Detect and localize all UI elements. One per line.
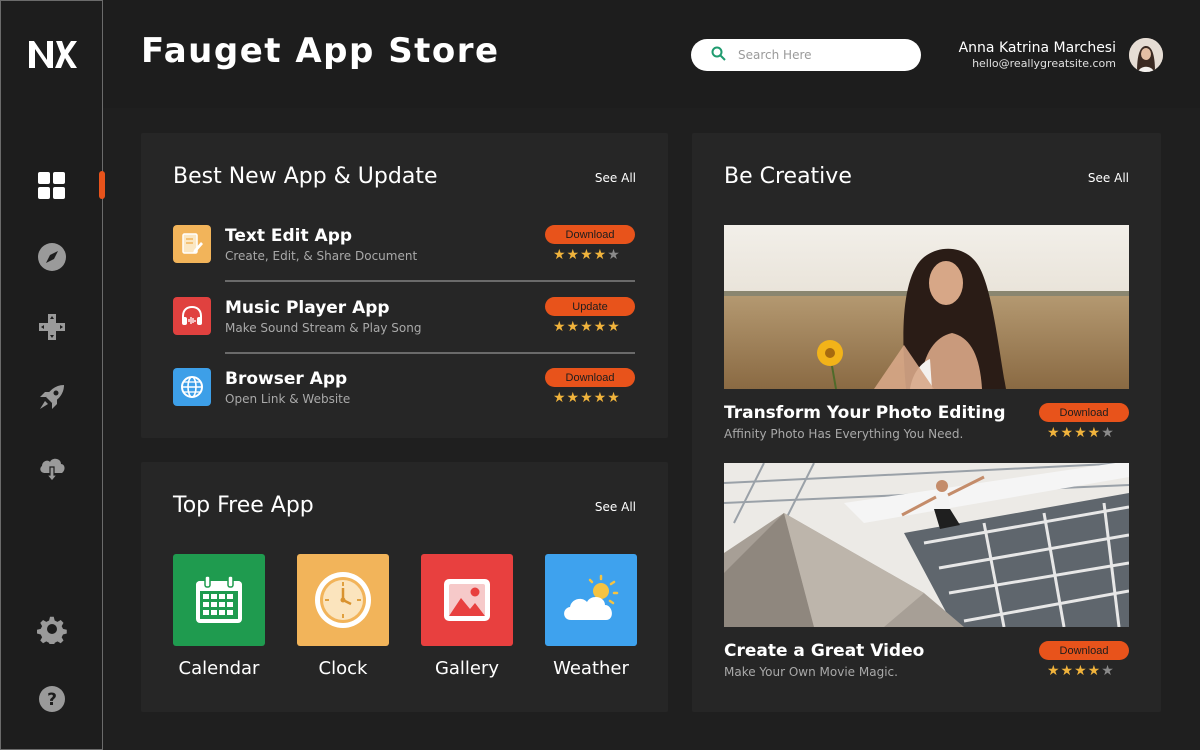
top-free-see-all-link[interactable]: See All	[595, 500, 636, 514]
grid-icon	[37, 171, 67, 201]
star-rating: ★★★★★	[1047, 425, 1115, 441]
headphones-icon	[173, 297, 211, 335]
gallery-icon	[421, 554, 513, 646]
nav-explore[interactable]	[31, 236, 73, 278]
app-row[interactable]: Music Player App Make Sound Stream & Pla…	[173, 297, 635, 359]
divider	[225, 352, 635, 354]
sidebar: ?	[0, 0, 103, 750]
nav-games[interactable]	[31, 306, 73, 348]
page-title: Fauget App Store	[141, 31, 500, 71]
app-row[interactable]: Browser App Open Link & Website Download…	[173, 368, 635, 430]
be-creative-see-all-link[interactable]: See All	[1088, 171, 1129, 185]
video-image[interactable]	[724, 463, 1129, 627]
free-app-label: Gallery	[434, 658, 500, 679]
star-rating: ★★★★★	[553, 247, 621, 263]
free-app-label: Calendar	[178, 658, 260, 679]
rocket-icon	[37, 382, 67, 412]
free-app-gallery[interactable]: Gallery	[421, 554, 513, 679]
be-creative-title: Be Creative	[724, 164, 852, 189]
free-app-label: Weather	[553, 658, 629, 679]
nav-settings[interactable]	[31, 608, 73, 650]
free-app-label: Clock	[318, 658, 368, 679]
download-button[interactable]: Download	[545, 368, 635, 387]
user-email: hello@reallygreatsite.com	[972, 57, 1116, 70]
weather-icon	[545, 554, 637, 646]
nk-logo[interactable]	[27, 38, 77, 70]
gamepad-icon	[37, 312, 67, 342]
app-row[interactable]: Text Edit App Create, Edit, & Share Docu…	[173, 225, 635, 287]
card-desc: Affinity Photo Has Everything You Need.	[724, 427, 964, 441]
gear-icon	[37, 614, 67, 644]
search-input[interactable]	[738, 48, 908, 62]
svg-text:?: ?	[47, 690, 57, 710]
nav-home[interactable]	[31, 165, 73, 207]
globe-icon	[173, 368, 211, 406]
nav-help[interactable]: ?	[31, 678, 73, 720]
compass-icon	[37, 242, 67, 272]
be-creative-panel: Be Creative See All Transform Your Photo…	[692, 133, 1161, 712]
download-button[interactable]: Download	[1039, 403, 1129, 422]
help-icon: ?	[37, 684, 67, 714]
app-desc: Make Sound Stream & Play Song	[225, 321, 422, 335]
download-button[interactable]: Download	[1039, 641, 1129, 660]
text-edit-icon	[173, 225, 211, 263]
best-new-see-all-link[interactable]: See All	[595, 171, 636, 185]
download-button[interactable]: Download	[545, 225, 635, 244]
top-free-panel: Top Free App See All Calendar Clock Gall…	[141, 462, 668, 712]
star-rating: ★★★★★	[553, 319, 621, 335]
card-desc: Make Your Own Movie Magic.	[724, 665, 898, 679]
free-app-weather[interactable]: Weather	[545, 554, 637, 679]
app-name: Text Edit App	[225, 226, 353, 246]
nav-launch[interactable]	[31, 376, 73, 418]
card-title: Create a Great Video	[724, 641, 925, 661]
card-title: Transform Your Photo Editing	[724, 403, 1006, 423]
star-rating: ★★★★★	[1047, 663, 1115, 679]
search-bar[interactable]	[691, 39, 921, 71]
avatar[interactable]	[1129, 38, 1163, 72]
update-button[interactable]: Update	[545, 297, 635, 316]
active-nav-indicator	[99, 171, 105, 199]
search-icon	[711, 46, 726, 65]
app-name: Browser App	[225, 369, 348, 389]
app-name: Music Player App	[225, 298, 390, 318]
star-rating: ★★★★★	[553, 390, 621, 406]
calendar-icon	[173, 554, 265, 646]
divider	[225, 280, 635, 282]
app-desc: Open Link & Website	[225, 392, 351, 406]
top-free-title: Top Free App	[173, 493, 314, 518]
best-new-title: Best New App & Update	[173, 164, 438, 189]
clock-icon	[297, 554, 389, 646]
nav-downloads[interactable]	[31, 447, 73, 489]
best-new-panel: Best New App & Update See All Text Edit …	[141, 133, 668, 438]
photo-editing-image[interactable]	[724, 225, 1129, 389]
free-app-calendar[interactable]: Calendar	[173, 554, 265, 679]
header: Fauget App Store Anna Katrina Marchesi h…	[103, 0, 1200, 108]
user-name: Anna Katrina Marchesi	[958, 40, 1116, 56]
app-desc: Create, Edit, & Share Document	[225, 249, 418, 263]
cloud-download-icon	[37, 453, 67, 483]
free-app-clock[interactable]: Clock	[297, 554, 389, 679]
